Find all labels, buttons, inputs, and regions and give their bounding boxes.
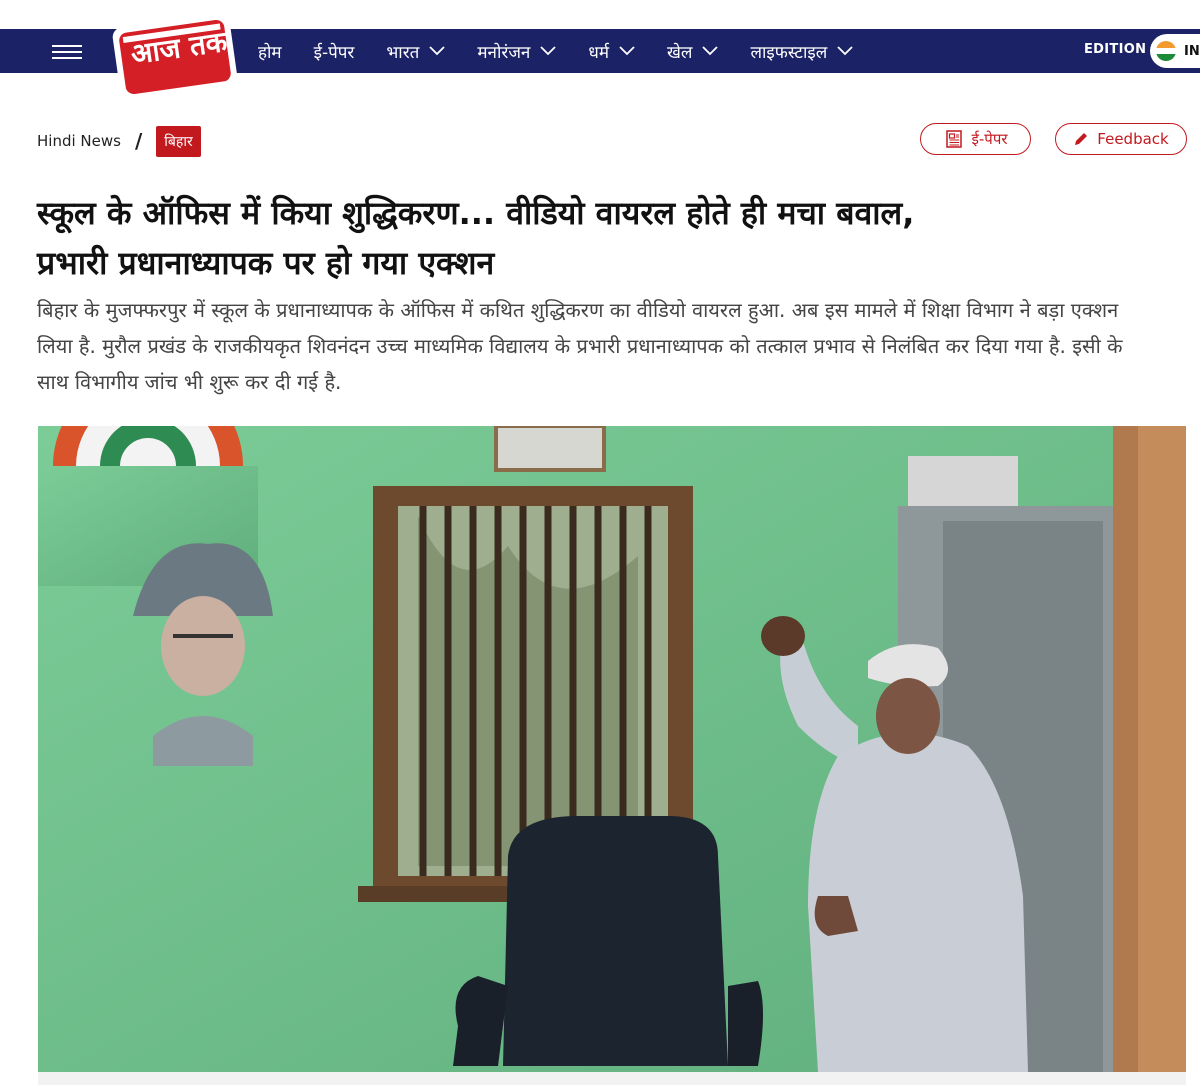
headline-line-1: स्कूल के ऑफिस में किया शुद्धिकरण... वीडि…: [37, 194, 915, 232]
nav-item-epaper[interactable]: ई-पेपर: [314, 40, 355, 63]
nav-item-religion[interactable]: धर्म: [588, 40, 635, 63]
nav-item-lifestyle[interactable]: लाइफस्टाइल: [750, 40, 853, 63]
chevron-down-icon: [837, 46, 853, 56]
nav-item-entertainment[interactable]: मनोरंजन: [477, 40, 557, 63]
nav-item-label: भारत: [386, 42, 420, 63]
newspaper-icon: [945, 130, 962, 148]
nav-item-label: धर्म: [588, 42, 609, 63]
feedback-button-label: Feedback: [1097, 130, 1169, 148]
aajtak-logo[interactable]: आज तक: [110, 6, 240, 102]
chevron-down-icon: [540, 46, 557, 56]
edition-code: IN: [1184, 43, 1200, 59]
nav-item-label: होम: [258, 42, 282, 63]
office-room-illustration: [38, 426, 1186, 1072]
breadcrumb-separator: /: [134, 129, 143, 153]
nav-item-india[interactable]: भारत: [386, 40, 445, 63]
nav-item-home[interactable]: होम: [258, 40, 282, 63]
india-flag-icon: [1156, 41, 1176, 61]
page-divider: [38, 1072, 1186, 1085]
nav-item-label: लाइफस्टाइल: [750, 42, 828, 63]
breadcrumb-section-link[interactable]: बिहार: [156, 125, 201, 157]
article-headline: स्कूल के ऑफिस में किया शुद्धिकरण... वीडि…: [37, 188, 1187, 288]
chevron-down-icon: [619, 46, 635, 56]
feedback-button[interactable]: Feedback: [1055, 123, 1187, 155]
breadcrumb-home-link[interactable]: Hindi News: [37, 132, 121, 150]
chevron-down-icon: [429, 46, 445, 56]
nav-item-label: ई-पेपर: [313, 42, 355, 63]
chevron-down-icon: [702, 46, 719, 56]
pencil-icon: [1075, 133, 1088, 145]
article-hero-image[interactable]: [38, 426, 1186, 1072]
nav-item-label: खेल: [667, 42, 693, 63]
article-summary: बिहार के मुजफ्फरपुर में स्कूल के प्रधाना…: [37, 298, 1123, 394]
epaper-button[interactable]: ई-पेपर: [920, 123, 1031, 155]
edition-label: EDITION: [1084, 42, 1147, 57]
nav-item-label: मनोरंजन: [477, 42, 531, 63]
edition-selector[interactable]: IN: [1150, 34, 1200, 68]
breadcrumb: Hindi News / बिहार: [37, 124, 201, 158]
hamburger-menu-icon[interactable]: [52, 45, 82, 59]
main-nav: होम ई-पेपर भारत मनोरंजन धर्म खेल लाइफस्ट…: [258, 29, 885, 73]
nav-item-sports[interactable]: खेल: [667, 40, 719, 63]
epaper-button-label: ई-पेपर: [971, 130, 1008, 148]
headline-line-2: प्रभारी प्रधानाध्यापक पर हो गया एक्शन: [37, 244, 495, 282]
